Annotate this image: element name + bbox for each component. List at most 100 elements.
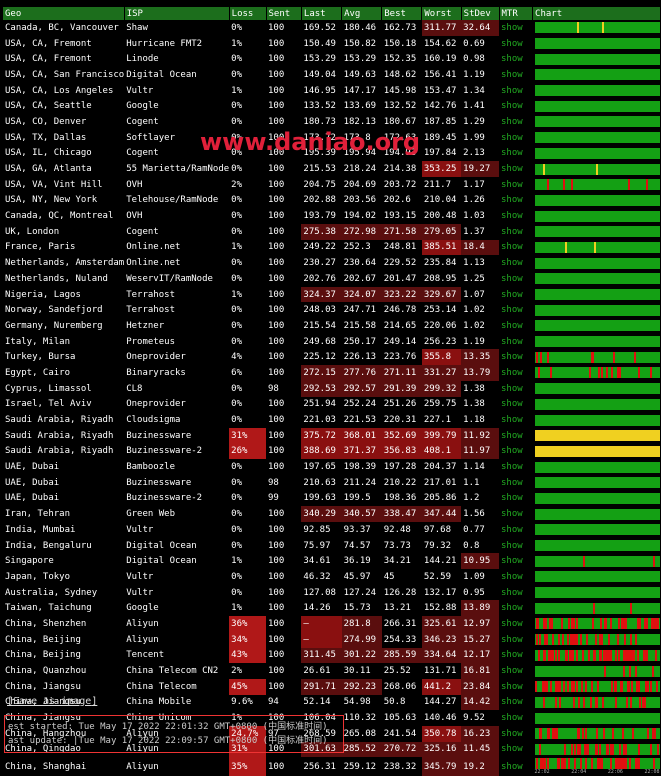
- mtr-show-link[interactable]: show: [499, 365, 533, 381]
- loss-spike: [611, 743, 614, 755]
- cell-avg: 340.57: [341, 506, 382, 522]
- mtr-show-link[interactable]: show: [499, 726, 533, 742]
- cell-isp: Google: [126, 101, 159, 112]
- mtr-show-link[interactable]: show: [499, 695, 533, 711]
- mtr-show-link[interactable]: show: [499, 20, 533, 36]
- cell-geo: USA, CA, Los Angeles: [5, 85, 114, 96]
- mtr-show-link[interactable]: show: [499, 459, 533, 475]
- mtr-show-link[interactable]: show: [499, 224, 533, 240]
- mtr-show-link[interactable]: show: [499, 506, 533, 522]
- loss-spike: [600, 367, 603, 379]
- loss-spike: [546, 179, 549, 191]
- cell-avg: 199.5: [343, 493, 371, 504]
- mtr-show-link[interactable]: show: [499, 600, 533, 616]
- mtr-show-link[interactable]: show: [499, 302, 533, 318]
- loss-spike: [560, 618, 563, 630]
- cell-sent: 100: [268, 289, 285, 300]
- mtr-show-link[interactable]: show: [499, 334, 533, 350]
- mtr-show-link[interactable]: show: [499, 648, 533, 664]
- loss-spike: [567, 618, 570, 630]
- mtr-show-link[interactable]: show: [499, 349, 533, 365]
- loss-spike: [625, 696, 628, 708]
- mtr-show-link[interactable]: show: [499, 616, 533, 632]
- save-as-image-link[interactable]: Save as image: [7, 696, 97, 707]
- mtr-show-link[interactable]: show: [499, 428, 533, 444]
- mtr-show-link[interactable]: show: [499, 397, 533, 413]
- cell-stdev: 11.92: [461, 427, 500, 444]
- mtr-show-link[interactable]: show: [499, 51, 533, 67]
- mtr-show-link[interactable]: show: [499, 553, 533, 569]
- mtr-show-link[interactable]: show: [499, 130, 533, 146]
- mtr-show-link[interactable]: show: [499, 161, 533, 177]
- loss-spike: [543, 758, 546, 770]
- latency-bar: [534, 681, 660, 693]
- latency-chart-cell: [533, 632, 661, 648]
- cell-isp: Binaryracks: [126, 367, 186, 378]
- loss-spike: [600, 758, 603, 770]
- mtr-show-link[interactable]: show: [499, 146, 533, 162]
- loss-spike: [601, 22, 604, 34]
- cell-loss: 0%: [231, 211, 243, 222]
- cell-isp: Buzinessware: [126, 477, 192, 488]
- cell-worst: 347.44: [421, 506, 462, 522]
- cell-geo: UAE, Dubai: [5, 477, 60, 488]
- mtr-show-link[interactable]: show: [499, 475, 533, 491]
- mtr-show-link[interactable]: show: [499, 208, 533, 224]
- cell-loss: 9.6%: [231, 697, 253, 708]
- cell-isp: Hurricane FMT2: [126, 38, 203, 49]
- loss-spike: [626, 649, 629, 661]
- cell-stdev: 1.41: [463, 101, 485, 112]
- loss-spike: [632, 649, 635, 661]
- mtr-show-link[interactable]: show: [499, 742, 533, 758]
- mtr-show-link[interactable]: show: [499, 240, 533, 256]
- cell-stdev: 1.09: [463, 571, 485, 582]
- mtr-show-link[interactable]: show: [499, 522, 533, 538]
- mtr-show-link[interactable]: show: [499, 98, 533, 114]
- mtr-show-link[interactable]: show: [499, 632, 533, 648]
- cell-last: 311.45: [301, 647, 342, 664]
- cell-worst: 325.61: [421, 616, 462, 632]
- mtr-show-link[interactable]: show: [499, 491, 533, 507]
- mtr-show-link[interactable]: show: [499, 193, 533, 209]
- mtr-show-link[interactable]: show: [499, 67, 533, 83]
- cell-best: 162.73: [383, 22, 417, 33]
- mtr-show-link[interactable]: show: [499, 36, 533, 52]
- cell-best: 34.21: [383, 556, 411, 567]
- mtr-show-link[interactable]: show: [499, 381, 533, 397]
- cell-last: 149.04: [303, 69, 336, 80]
- mtr-show-link[interactable]: show: [499, 114, 533, 130]
- mtr-show-link[interactable]: show: [499, 710, 533, 726]
- mtr-show-link[interactable]: show: [499, 177, 533, 193]
- cell-best: 202.6: [383, 195, 411, 206]
- loss-spike: [645, 618, 648, 630]
- mtr-show-link[interactable]: show: [499, 585, 533, 601]
- cell-best: 13.21: [383, 603, 411, 614]
- mtr-show-link[interactable]: show: [499, 663, 533, 679]
- loss-spike: [609, 758, 612, 770]
- loss-spike: [624, 618, 627, 630]
- cell-sent: 100: [268, 587, 285, 598]
- mtr-show-link[interactable]: show: [499, 538, 533, 554]
- mtr-show-link[interactable]: show: [499, 757, 533, 776]
- mtr-show-link[interactable]: show: [499, 679, 533, 695]
- cell-worst: 408.1: [421, 443, 462, 460]
- mtr-show-link[interactable]: show: [499, 83, 533, 99]
- cell-best: 338.47: [381, 506, 422, 522]
- mtr-show-link[interactable]: show: [499, 271, 533, 287]
- loss-spike: [650, 618, 653, 630]
- mtr-show-link[interactable]: show: [499, 569, 533, 585]
- mtr-show-link[interactable]: show: [499, 412, 533, 428]
- mtr-show-link[interactable]: show: [499, 318, 533, 334]
- cell-sent: 100: [268, 132, 285, 143]
- cell-worst: 211.7: [423, 179, 451, 190]
- mtr-show-link[interactable]: show: [499, 255, 533, 271]
- table-row: USA, GA, Atlanta 55 Marietta/RamNode 0% 100…: [3, 161, 661, 177]
- table-row: USA, CA, Fremont Linode 0% 100 153.29 153.29 1…: [3, 51, 661, 67]
- latency-bar: [534, 304, 660, 316]
- cell-last: 215.54: [303, 320, 336, 331]
- last-update-text: ast update: |Tue May 17 2022 22:09:57 GM…: [8, 736, 328, 746]
- cell-isp: Terrahost: [126, 289, 175, 300]
- loss-spike: [622, 649, 625, 661]
- mtr-show-link[interactable]: show: [499, 444, 533, 460]
- mtr-show-link[interactable]: show: [499, 287, 533, 303]
